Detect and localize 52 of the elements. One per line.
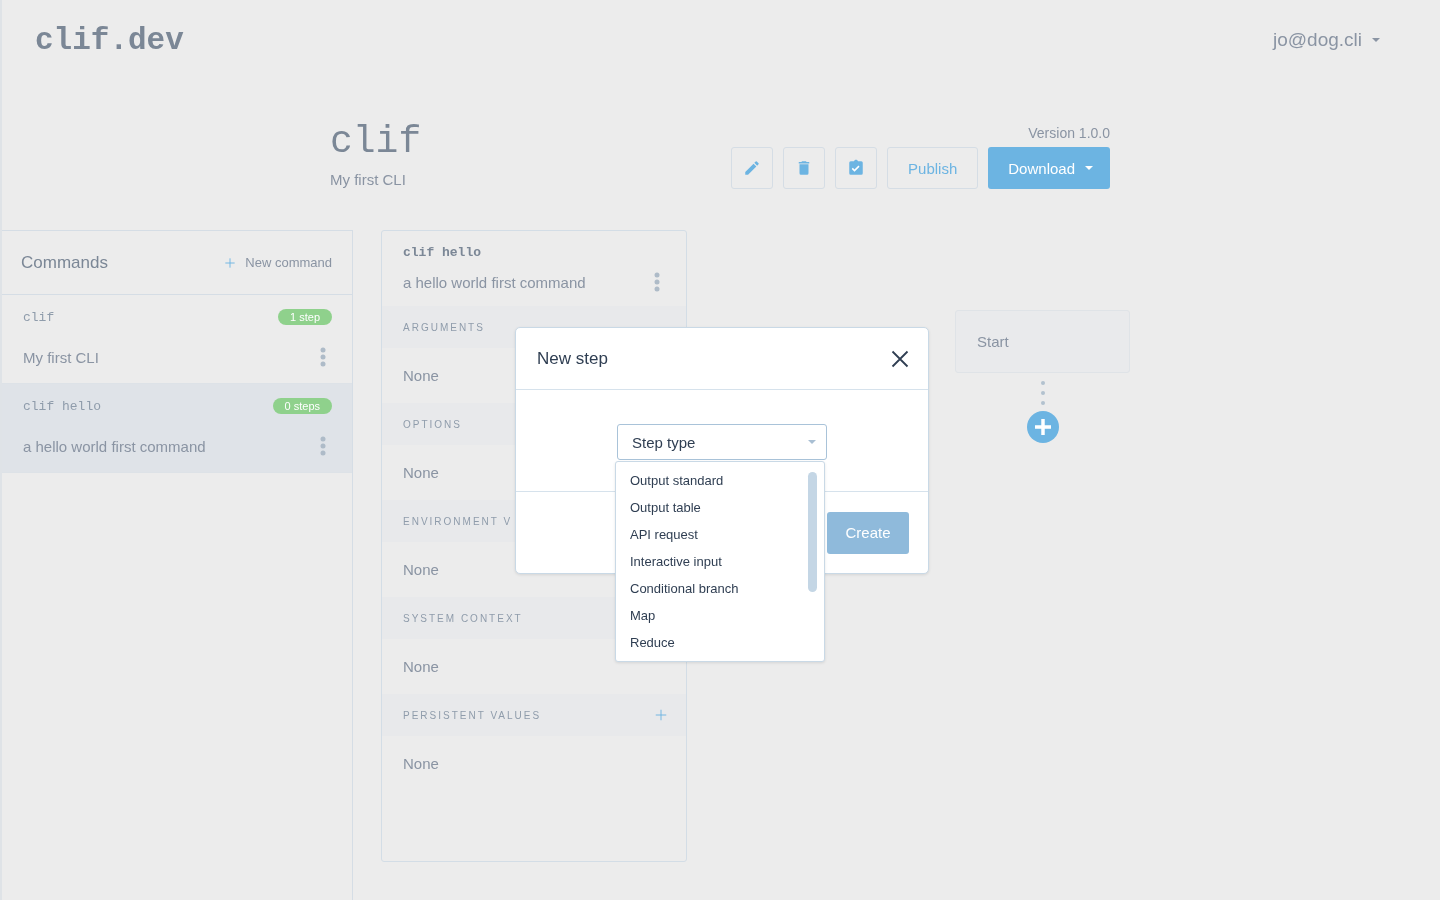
plus-icon: [223, 255, 238, 270]
section-value: None: [403, 561, 439, 578]
close-icon[interactable]: [890, 348, 910, 369]
menu-item[interactable]: Reduce: [616, 632, 689, 659]
section-value: None: [403, 464, 439, 481]
download-button[interactable]: Download: [988, 147, 1110, 189]
connector-dots-icon: [1040, 381, 1045, 405]
menu-item[interactable]: Output table: [616, 497, 715, 524]
plus-icon[interactable]: [654, 708, 668, 722]
more-icon[interactable]: [320, 436, 326, 456]
command-item[interactable]: clif hello 0 steps a hello world first command: [2, 384, 352, 473]
publish-button[interactable]: Publish: [887, 147, 979, 189]
command-name: clif hello: [403, 245, 482, 260]
step-type-select[interactable]: Step type: [617, 424, 827, 460]
project-description: My first CLI: [330, 171, 407, 188]
step-count-badge: 0 steps: [272, 398, 332, 414]
section-value: None: [403, 755, 439, 772]
menu-item[interactable]: Output standard: [616, 470, 738, 497]
step-count-badge: 1 step: [278, 309, 332, 325]
new-command-link[interactable]: New command: [223, 255, 332, 270]
trash-button[interactable]: [783, 147, 826, 189]
section-title: ENVIRONMENT V: [403, 515, 513, 527]
project-title: clif: [330, 120, 422, 163]
command-name: clif: [23, 309, 55, 325]
section-title: PERSISTENT VALUES: [403, 709, 542, 721]
section-value: None: [403, 367, 439, 384]
menu-item[interactable]: Interactive input: [616, 551, 736, 578]
menu-item[interactable]: Conditional branch: [616, 578, 753, 605]
sidebar-title: Commands: [21, 252, 108, 273]
pencil-icon: [743, 159, 762, 177]
dialog-title: New step: [537, 348, 608, 369]
section-title: SYSTEM CONTEXT: [403, 612, 523, 624]
clipboard-check-button[interactable]: [835, 147, 878, 189]
section-value: None: [403, 658, 439, 675]
start-node[interactable]: Start: [955, 310, 1130, 373]
add-step-icon[interactable]: [1026, 411, 1059, 443]
scrollbar[interactable]: [808, 472, 817, 592]
command-description: a hello world first command: [403, 273, 586, 291]
version-label: Version 1.0.0: [1028, 125, 1110, 141]
menu-item[interactable]: API request: [616, 524, 712, 551]
command-description: My first CLI: [23, 348, 99, 366]
command-description: a hello world first command: [23, 437, 206, 455]
section-title: OPTIONS: [403, 418, 462, 430]
clipboard-check-icon: [847, 159, 866, 177]
menu-item[interactable]: Map: [616, 605, 670, 632]
pencil-button[interactable]: [731, 147, 774, 189]
command-name: clif hello: [23, 398, 101, 414]
section-title: ARGUMENTS: [403, 321, 485, 333]
more-icon[interactable]: [320, 347, 326, 367]
more-icon[interactable]: [654, 272, 660, 292]
user-menu[interactable]: jo@dog.cli: [1273, 29, 1382, 51]
logo[interactable]: clif.dev: [35, 22, 184, 58]
